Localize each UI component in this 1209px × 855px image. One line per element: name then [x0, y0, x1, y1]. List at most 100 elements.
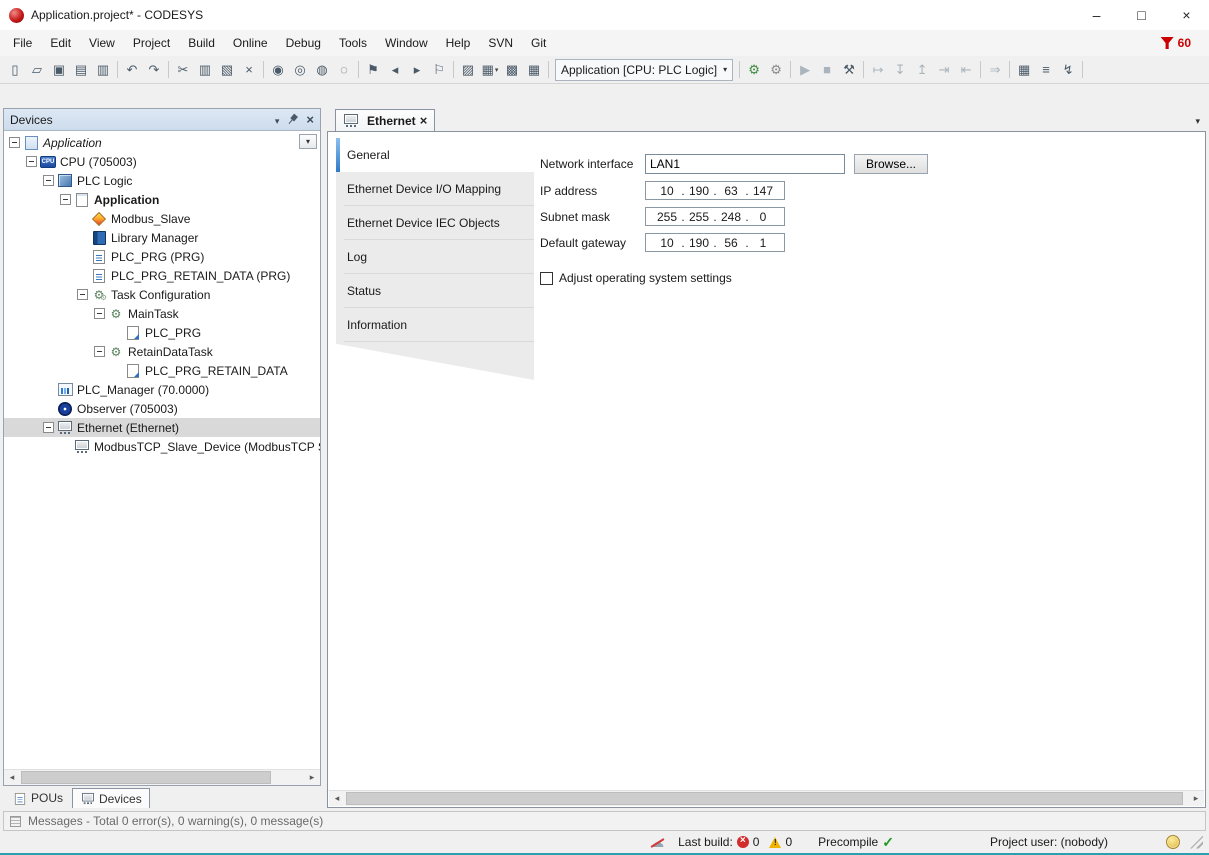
object-browser-icon[interactable]: ▦▾ [479, 59, 501, 81]
undo-icon[interactable]: ↶ [121, 59, 143, 81]
save-icon[interactable]: ▣ [48, 59, 70, 81]
single-cycle-icon[interactable]: ⇒ [984, 59, 1006, 81]
resize-grip[interactable] [1190, 836, 1203, 849]
adjust-settings-checkbox[interactable] [540, 272, 553, 285]
find-in-project-icon[interactable]: ◍ [311, 59, 333, 81]
delete-icon[interactable]: × [238, 59, 260, 81]
menu-file[interactable]: File [4, 32, 41, 54]
set-next-statement-icon[interactable]: ⇤ [955, 59, 977, 81]
tree-item-modbustcp-slave-device-modbustcp-slave[interactable]: ModbusTCP_Slave_Device (ModbusTCP Slave [4, 437, 320, 456]
scrollbar-thumb[interactable] [21, 771, 271, 784]
replace-icon[interactable]: ◎ [289, 59, 311, 81]
collapse-expander-icon[interactable] [94, 346, 105, 357]
minimize-button[interactable]: – [1074, 0, 1119, 30]
menu-tools[interactable]: Tools [330, 32, 376, 54]
collapse-expander-icon[interactable] [94, 308, 105, 319]
build-icon[interactable]: ⚒ [838, 59, 860, 81]
next-bookmark-icon[interactable]: ▸ [406, 59, 428, 81]
menu-build[interactable]: Build [179, 32, 224, 54]
tab-ethernet[interactable]: Ethernet [335, 109, 435, 131]
tree-item-application[interactable]: Application [4, 133, 320, 152]
tree-view-selector-dropdown[interactable] [299, 134, 317, 149]
side-tab-ethernet-device-i-o-mapping[interactable]: Ethernet Device I/O Mapping [336, 172, 534, 206]
scroll-right-icon[interactable] [1188, 791, 1204, 806]
pin-panel-icon[interactable] [285, 112, 300, 127]
tree-item-library-manager[interactable]: Library Manager [4, 228, 320, 247]
menu-svn[interactable]: SVN [479, 32, 522, 54]
side-tab-ethernet-device-iec-objects[interactable]: Ethernet Device IEC Objects [336, 206, 534, 240]
collapse-expander-icon[interactable] [77, 289, 88, 300]
build-configuration-icon[interactable]: ▦ [523, 59, 545, 81]
open-project-icon[interactable]: ▱ [26, 59, 48, 81]
copy-icon[interactable]: ▥ [194, 59, 216, 81]
step-into-icon[interactable]: ↧ [889, 59, 911, 81]
tree-item-plc-manager-70-0000[interactable]: PLC_Manager (70.0000) [4, 380, 320, 399]
online-config-icon[interactable]: ⚙ [765, 59, 787, 81]
collapse-expander-icon[interactable] [9, 137, 20, 148]
menu-edit[interactable]: Edit [41, 32, 80, 54]
print-icon[interactable]: ▤ [70, 59, 92, 81]
scroll-left-icon[interactable] [329, 791, 345, 806]
messages-bar[interactable]: Messages - Total 0 error(s), 0 warning(s… [3, 811, 1206, 831]
tree-item-ethernet-ethernet[interactable]: Ethernet (Ethernet) [4, 418, 320, 437]
edit-object-list-icon[interactable]: ≡ [1035, 59, 1057, 81]
panel-menu-dropdown-icon[interactable] [275, 113, 280, 127]
network-interface-input[interactable] [645, 154, 845, 174]
clear-bookmarks-icon[interactable]: ⚐ [428, 59, 450, 81]
menu-project[interactable]: Project [124, 32, 179, 54]
force-values-icon[interactable]: ↯ [1057, 59, 1079, 81]
tree-item-plc-logic[interactable]: PLC Logic [4, 171, 320, 190]
tree-item-plc-prg-prg[interactable]: PLC_PRG (PRG) [4, 247, 320, 266]
collapse-expander-icon[interactable] [43, 422, 54, 433]
editor-hscroll[interactable] [329, 790, 1204, 806]
menu-git[interactable]: Git [522, 32, 555, 54]
active-application-combo[interactable]: Application [CPU: PLC Logic]▾ [555, 59, 733, 81]
find-icon[interactable]: ◉ [267, 59, 289, 81]
browse-button[interactable]: Browse... [854, 154, 928, 174]
menu-help[interactable]: Help [437, 32, 480, 54]
tab-list-dropdown-icon[interactable] [1195, 113, 1200, 127]
scroll-left-icon[interactable] [4, 770, 20, 785]
run-to-cursor-icon[interactable]: ⇥ [933, 59, 955, 81]
bookmark-toggle-icon[interactable]: ⚑ [362, 59, 384, 81]
tree-item-application[interactable]: Application [4, 190, 320, 209]
new-object-icon[interactable]: ▩ [501, 59, 523, 81]
menu-online[interactable]: Online [224, 32, 277, 54]
step-over-icon[interactable]: ↦ [867, 59, 889, 81]
scrollbar-thumb[interactable] [346, 792, 1183, 805]
collapse-expander-icon[interactable] [26, 156, 37, 167]
tree-item-cpu-705003[interactable]: CPU (705003) [4, 152, 320, 171]
panel-tab-pous[interactable]: POUs [5, 788, 70, 808]
menu-view[interactable]: View [80, 32, 124, 54]
redo-icon[interactable]: ↷ [143, 59, 165, 81]
cut-icon[interactable]: ✂ [172, 59, 194, 81]
tree-item-maintask[interactable]: MainTask [4, 304, 320, 323]
side-tab-information[interactable]: Information [336, 308, 534, 342]
step-out-icon[interactable]: ↥ [911, 59, 933, 81]
scroll-right-icon[interactable] [304, 770, 320, 785]
ip-address-input[interactable]: 10.190.63.147 [645, 181, 785, 200]
menu-debug[interactable]: Debug [277, 32, 330, 54]
subnet-mask-input[interactable]: 255.255.248.0 [645, 207, 785, 226]
devices-hscroll[interactable] [4, 769, 320, 785]
collapse-expander-icon[interactable] [60, 194, 71, 205]
menu-window[interactable]: Window [376, 32, 437, 54]
message-filter-badge[interactable]: 60 [1161, 36, 1191, 50]
panel-tab-devices[interactable]: Devices [72, 788, 150, 808]
close-panel-icon[interactable] [306, 112, 314, 127]
collapse-expander-icon[interactable] [43, 175, 54, 186]
stop-icon[interactable]: ■ [816, 59, 838, 81]
tree-item-modbus-slave[interactable]: Modbus_Slave [4, 209, 320, 228]
maximize-button[interactable]: □ [1119, 0, 1164, 30]
login-icon[interactable]: ⚙ [743, 59, 765, 81]
side-tab-general[interactable]: General [336, 138, 534, 172]
close-tab-icon[interactable] [420, 113, 428, 128]
device-communication-icon[interactable]: ▦ [1013, 59, 1035, 81]
start-icon[interactable]: ▶ [794, 59, 816, 81]
new-file-icon[interactable]: ▯ [4, 59, 26, 81]
paste-special-icon[interactable]: ▨ [457, 59, 479, 81]
previous-bookmark-icon[interactable]: ◂ [384, 59, 406, 81]
tree-item-observer-705003[interactable]: Observer (705003) [4, 399, 320, 418]
close-button[interactable]: × [1164, 0, 1209, 30]
tree-item-plc-prg-retain-data[interactable]: PLC_PRG_RETAIN_DATA [4, 361, 320, 380]
